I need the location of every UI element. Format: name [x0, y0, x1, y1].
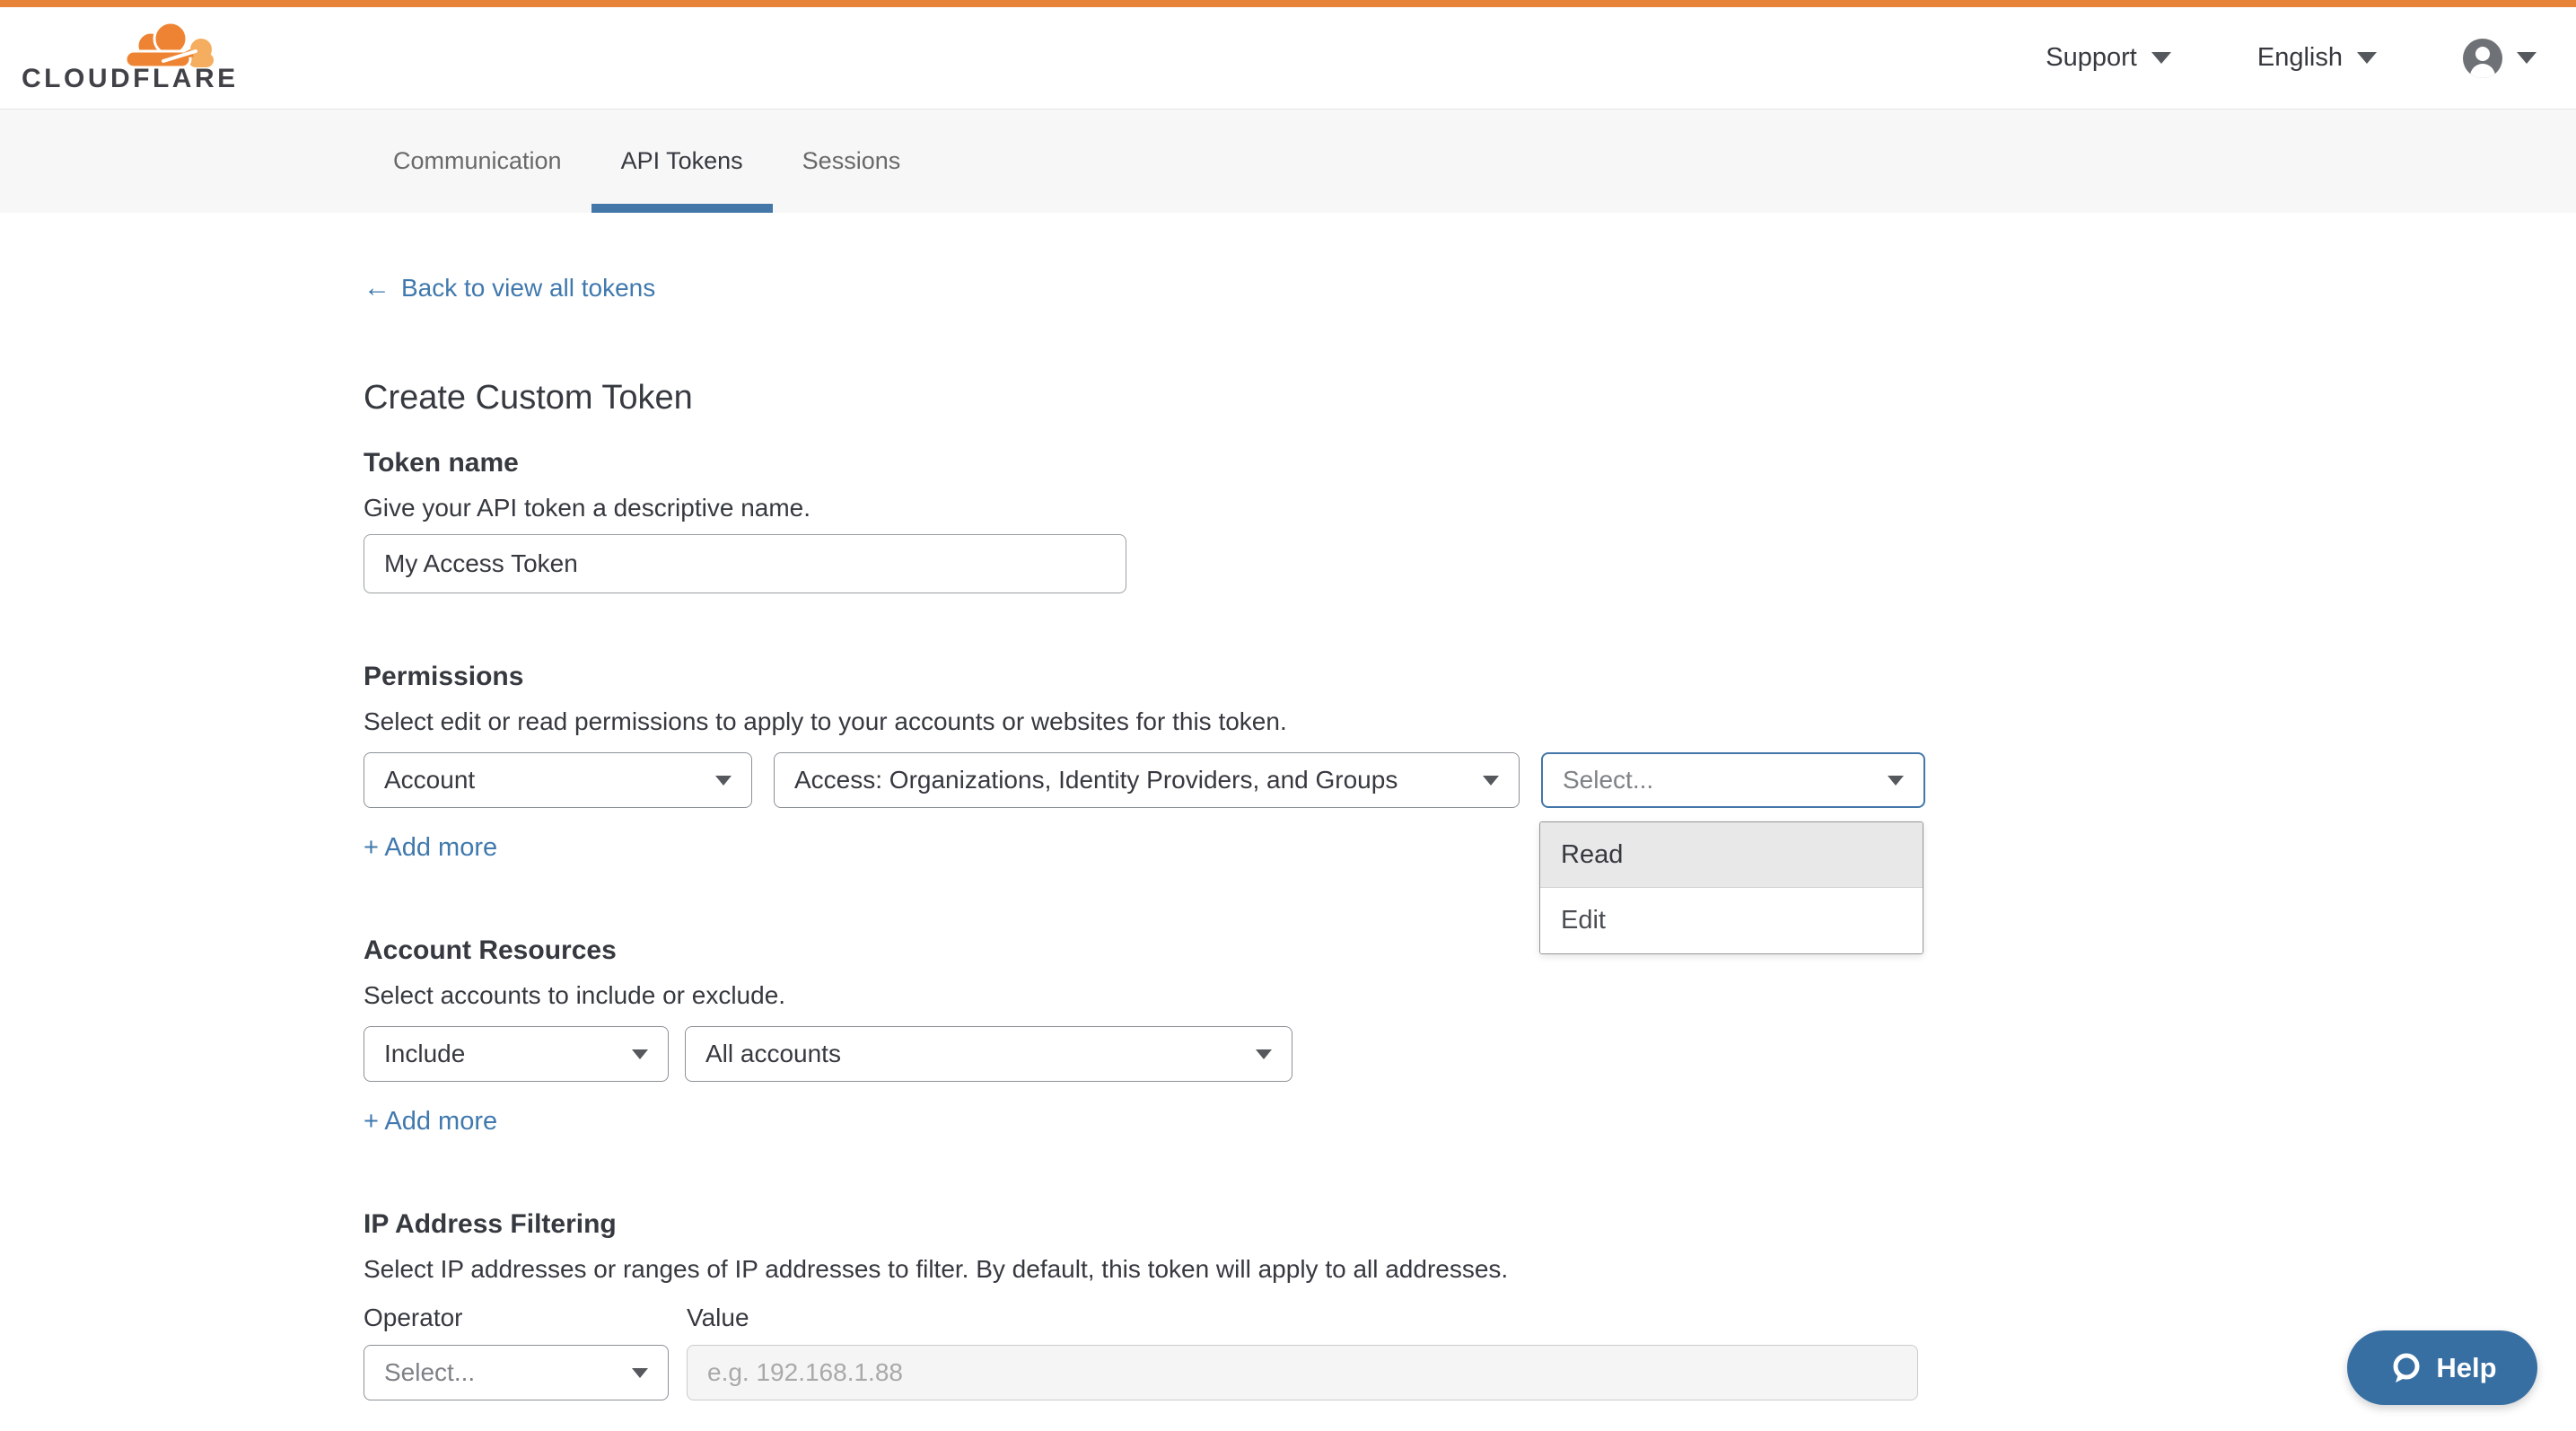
permission-scope-value: Account — [384, 766, 475, 795]
permissions-section: Permissions Select edit or read permissi… — [364, 660, 2576, 864]
chevron-down-icon — [1888, 776, 1904, 786]
ip-filtering-section: IP Address Filtering Select IP addresses… — [364, 1207, 2576, 1400]
tab-sessions[interactable]: Sessions — [773, 110, 931, 213]
chevron-down-icon — [1256, 1049, 1272, 1059]
support-menu[interactable]: Support — [2046, 43, 2171, 73]
chevron-down-icon — [2151, 52, 2171, 64]
brand-accent-bar — [0, 0, 2576, 7]
permissions-description: Select edit or read permissions to apply… — [364, 707, 2576, 737]
token-name-section: Token name Give your API token a descrip… — [364, 446, 2576, 593]
chevron-down-icon — [2517, 52, 2537, 64]
operator-label: Operator — [364, 1303, 669, 1333]
tab-api-tokens[interactable]: API Tokens — [591, 110, 773, 213]
cloudflare-logo[interactable]: CLOUDFLARE — [22, 22, 212, 94]
user-avatar-icon — [2463, 39, 2502, 78]
left-arrow-icon: ← — [364, 272, 390, 304]
token-name-input[interactable] — [364, 534, 1126, 593]
value-label: Value — [687, 1303, 749, 1333]
permission-scope-select[interactable]: Account — [364, 752, 752, 808]
tab-communication[interactable]: Communication — [364, 110, 591, 213]
permission-group-value: Access: Organizations, Identity Provider… — [794, 766, 1398, 795]
dropdown-option-read[interactable]: Read — [1540, 822, 1923, 888]
resource-mode-value: Include — [384, 1040, 465, 1068]
token-name-heading: Token name — [364, 446, 2576, 480]
permission-level-dropdown: Read Edit — [1539, 821, 1923, 954]
permission-level-placeholder: Select... — [1563, 766, 1653, 795]
chevron-down-icon — [632, 1049, 648, 1059]
help-button-label: Help — [2436, 1352, 2496, 1384]
language-menu[interactable]: English — [2257, 43, 2377, 73]
back-link-label: Back to view all tokens — [401, 272, 655, 304]
chevron-down-icon — [632, 1368, 648, 1378]
cloudflare-wordmark: CLOUDFLARE — [22, 64, 239, 94]
ip-value-input[interactable] — [687, 1345, 1918, 1400]
ip-filtering-row: Select... — [364, 1345, 2576, 1400]
account-resources-add-more-link[interactable]: + Add more — [364, 1105, 497, 1137]
app-header: CLOUDFLARE Support English — [0, 7, 2576, 110]
permissions-heading: Permissions — [364, 660, 2576, 694]
account-resources-section: Account Resources Select accounts to inc… — [364, 934, 2576, 1137]
page-title: Create Custom Token — [364, 378, 2576, 417]
permission-group-select[interactable]: Access: Organizations, Identity Provider… — [774, 752, 1520, 808]
ip-operator-select[interactable]: Select... — [364, 1345, 669, 1400]
dropdown-option-edit[interactable]: Edit — [1540, 888, 1923, 953]
profile-tabbar: Communication API Tokens Sessions — [0, 110, 2576, 213]
account-menu[interactable] — [2463, 39, 2537, 78]
token-name-description: Give your API token a descriptive name. — [364, 493, 2576, 523]
account-resources-description: Select accounts to include or exclude. — [364, 980, 2576, 1011]
chevron-down-icon — [715, 776, 732, 786]
resource-scope-select[interactable]: All accounts — [685, 1026, 1292, 1082]
main-content: ← Back to view all tokens Create Custom … — [0, 213, 2576, 1400]
ip-filtering-heading: IP Address Filtering — [364, 1207, 2576, 1242]
cloudflare-cloud-icon — [118, 17, 217, 67]
chevron-down-icon — [1483, 776, 1499, 786]
ip-filtering-labels: Operator Value — [364, 1303, 2576, 1333]
account-resources-select-row: Include All accounts — [364, 1026, 2576, 1082]
resource-mode-select[interactable]: Include — [364, 1026, 669, 1082]
permissions-select-row: Account Access: Organizations, Identity … — [364, 752, 2576, 808]
ip-filtering-description: Select IP addresses or ranges of IP addr… — [364, 1254, 2576, 1285]
chat-bubble-icon — [2388, 1350, 2423, 1386]
permissions-add-more-link[interactable]: + Add more — [364, 831, 497, 864]
chevron-down-icon — [2357, 52, 2377, 64]
account-resources-heading: Account Resources — [364, 934, 2576, 968]
permission-level-select[interactable]: Select... — [1541, 752, 1925, 808]
ip-operator-placeholder: Select... — [384, 1358, 475, 1387]
back-to-tokens-link[interactable]: ← Back to view all tokens — [364, 272, 655, 304]
resource-scope-value: All accounts — [705, 1040, 841, 1068]
help-button[interactable]: Help — [2347, 1330, 2537, 1405]
